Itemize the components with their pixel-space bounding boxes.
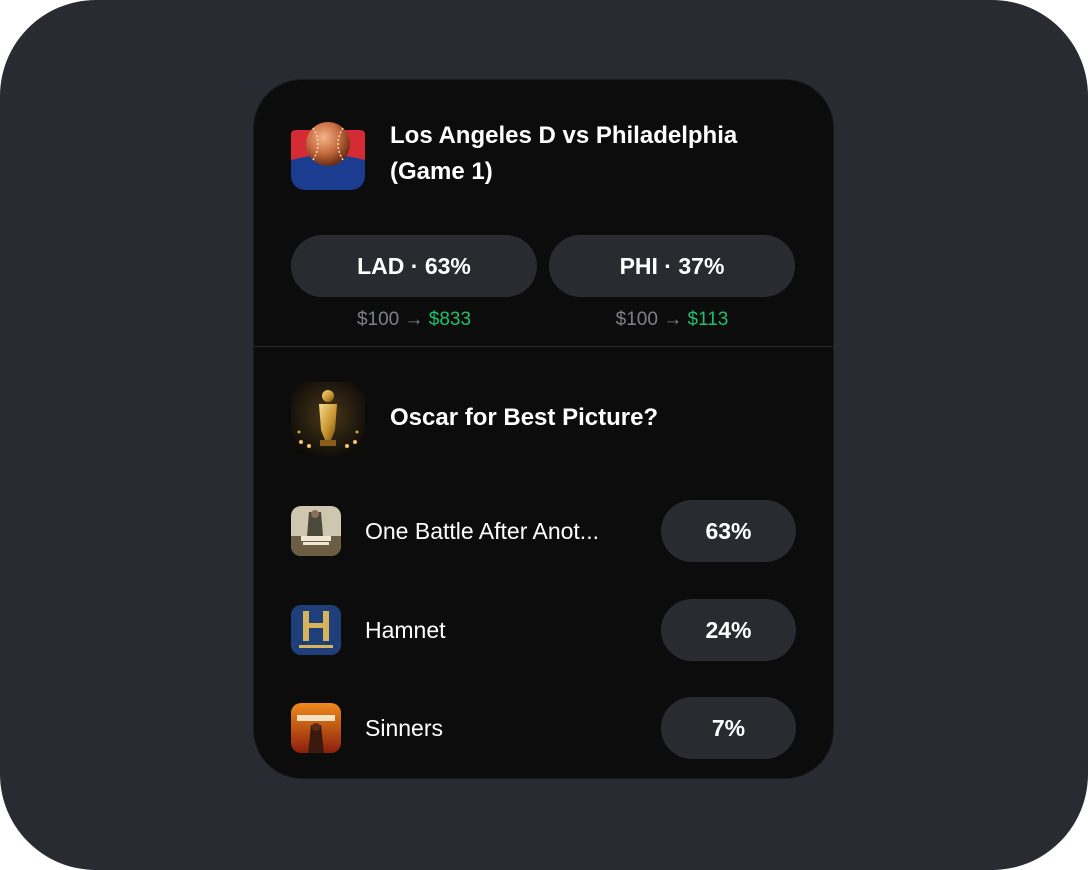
outcome-button-phi[interactable]: PHI · 37% bbox=[549, 235, 795, 297]
divider bbox=[254, 346, 833, 347]
sinners-poster-icon bbox=[291, 703, 341, 753]
option-label: Sinners bbox=[365, 715, 443, 741]
option-percent-button[interactable]: 63% bbox=[661, 500, 796, 562]
option-row: One Battle After Anot... 63% bbox=[291, 500, 796, 562]
oscar-statue-icon bbox=[291, 382, 365, 456]
payout-lad: $100 → $833 bbox=[291, 309, 537, 331]
stake-amount: $100 → bbox=[615, 309, 683, 330]
option-percent-button[interactable]: 24% bbox=[661, 599, 796, 661]
payout-phi: $100 → $113 bbox=[549, 309, 795, 331]
outcome-button-lad[interactable]: LAD · 63% bbox=[291, 235, 537, 297]
markets-card: Los Angeles D vs Philadelphia (Game 1) L… bbox=[254, 80, 833, 778]
option-label: Hamnet bbox=[365, 617, 446, 643]
widget-frame: Los Angeles D vs Philadelphia (Game 1) L… bbox=[0, 0, 1088, 870]
market-title: Los Angeles D vs Philadelphia (Game 1) bbox=[390, 122, 738, 185]
one-battle-poster-icon bbox=[291, 506, 341, 556]
option-percent-button[interactable]: 7% bbox=[661, 697, 796, 759]
baseball-icon bbox=[291, 120, 365, 190]
stake-amount: $100 → bbox=[356, 309, 424, 330]
option-label: One Battle After Anot... bbox=[365, 518, 599, 544]
option-row: Hamnet 24% bbox=[291, 599, 796, 661]
market-title: Oscar for Best Picture? bbox=[390, 404, 659, 431]
option-row: Sinners 7% bbox=[291, 697, 796, 759]
payout-amount: $833 bbox=[428, 309, 472, 330]
payout-amount: $113 bbox=[687, 309, 729, 330]
hamnet-poster-icon bbox=[291, 605, 341, 655]
